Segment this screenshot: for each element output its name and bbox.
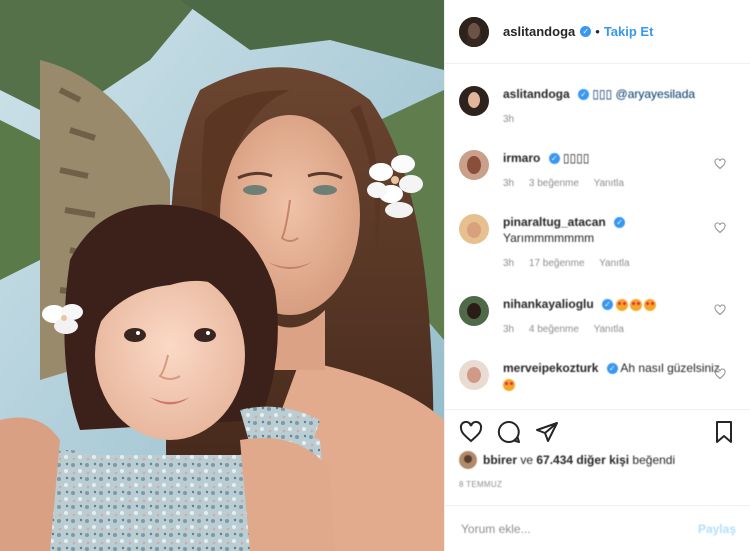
author-username[interactable]: aslitandoga (503, 24, 575, 39)
post-comment-button[interactable]: Paylaş (698, 522, 736, 536)
caption-text[interactable]: ▯▯▯ @aryayesilada (592, 87, 695, 101)
comment-text: Yarımmmmmmm (503, 231, 595, 245)
heart-eyes-emoji (616, 298, 629, 311)
comment-avatar-image (459, 214, 489, 244)
likes-summary: bbirer ve 67.434 diğer kişi beğendi (459, 451, 736, 469)
comment-avatar[interactable] (459, 214, 489, 244)
post-photo[interactable] (0, 0, 444, 551)
liker-avatar-image (459, 451, 477, 469)
comment-username[interactable]: irmaro (503, 151, 540, 165)
instagram-post: aslitandoga ✓ • Takip Et aslitandoga ✓ ▯… (0, 0, 750, 551)
verified-badge-icon: ✓ (578, 89, 590, 101)
comment-time[interactable]: 3h (503, 258, 514, 269)
verified-badge-icon: ✓ (602, 299, 614, 311)
comment-avatar[interactable] (459, 360, 489, 390)
liker-username[interactable]: bbirer (483, 453, 517, 467)
comment-time[interactable]: 3h (503, 324, 514, 335)
comment-time[interactable]: 3h (503, 178, 514, 189)
comment-like-heart-icon[interactable] (714, 368, 726, 380)
heart-eyes-emoji (630, 298, 643, 311)
post-date[interactable]: 8 TEMMUZ (459, 480, 502, 489)
comment-avatar[interactable] (459, 296, 489, 326)
share-icon[interactable] (535, 420, 559, 444)
caption-body: aslitandoga ✓ ▯▯▯ @aryayesilada 3h (503, 86, 736, 128)
comments-list[interactable]: aslitandoga ✓ ▯▯▯ @aryayesilada 3h irmar… (445, 64, 750, 409)
comment-likes[interactable]: 4 beğenme (529, 324, 579, 335)
heart-eyes-emoji (644, 298, 657, 311)
comment-like-heart-icon[interactable] (714, 222, 726, 234)
comment-text: Ah nasıl güzelsiniz (620, 361, 720, 375)
comment-input[interactable] (459, 520, 698, 537)
comment-likes[interactable]: 3 beğenme (529, 178, 579, 189)
header-separator: • (595, 24, 600, 39)
reply-button[interactable]: Yanıtla (599, 258, 629, 269)
heart-eyes-emoji (503, 378, 515, 391)
comment-meta: 3h 4 beğenme Yanıtla (503, 322, 736, 338)
caption-avatar[interactable] (459, 86, 489, 116)
bookmark-icon[interactable] (712, 420, 736, 444)
verified-badge-icon: ✓ (580, 26, 592, 37)
comment-like-heart-icon[interactable] (714, 304, 726, 316)
comment-username[interactable]: pinaraltug_atacan (503, 215, 606, 229)
reply-button[interactable]: Yanıtla (594, 178, 624, 189)
verified-badge-icon: ✓ (548, 153, 560, 165)
likes-count[interactable]: 67.434 diğer kişi (536, 453, 629, 467)
comment-icon[interactable] (497, 420, 521, 444)
comment-body: pinaraltug_atacan ✓ Yarımmmmmmm 3h 17 be… (503, 214, 736, 272)
comment-text: ▯▯▯▯ (563, 151, 590, 165)
comment-avatar-image (459, 150, 489, 180)
comment-likes[interactable]: 17 beğenme (529, 258, 585, 269)
comment-username[interactable]: nihankayalioglu (503, 297, 594, 311)
comment-body: irmaro ✓ ▯▯▯▯ 3h 3 beğenme Yanıtla (503, 150, 736, 192)
post-sidebar: aslitandoga ✓ • Takip Et aslitandoga ✓ ▯… (444, 0, 750, 551)
caption: aslitandoga ✓ ▯▯▯ @aryayesilada 3h (459, 86, 736, 128)
comment-like-heart-icon[interactable] (714, 158, 726, 170)
comment-item: irmaro ✓ ▯▯▯▯ 3h 3 beğenme Yanıtla (459, 150, 736, 192)
comment-item: pinaraltug_atacan ✓ Yarımmmmmmm 3h 17 be… (459, 214, 736, 272)
mother-daughter-photo (0, 0, 444, 551)
caption-time[interactable]: 3h (503, 114, 514, 125)
comment-avatar-image (459, 360, 489, 390)
comment-body: merveipekozturk ✓ Ah nasıl güzelsiniz (503, 360, 736, 392)
verified-badge-icon: ✓ (606, 363, 618, 375)
likes-connector: ve (517, 453, 537, 467)
caption-username[interactable]: aslitandoga (503, 87, 570, 101)
likes-suffix: beğendi (629, 453, 676, 467)
comment-item: merveipekozturk ✓ Ah nasıl güzelsiniz (459, 360, 736, 392)
heart-icon[interactable] (459, 420, 483, 444)
comment-item: nihankayalioglu ✓ 3h 4 beğenme Yanıtla (459, 296, 736, 338)
caption-meta: 3h (503, 112, 736, 128)
caption-avatar-image (459, 86, 489, 116)
follow-button[interactable]: Takip Et (604, 24, 654, 39)
post-header: aslitandoga ✓ • Takip Et (445, 0, 750, 64)
author-avatar-image (459, 16, 489, 47)
comment-meta: 3h 17 beğenme Yanıtla (503, 256, 736, 272)
verified-badge-icon: ✓ (614, 217, 626, 229)
comment-avatar[interactable] (459, 150, 489, 180)
author-avatar[interactable] (459, 16, 489, 47)
comment-avatar-image (459, 296, 489, 326)
comment-body: nihankayalioglu ✓ 3h 4 beğenme Yanıtla (503, 296, 736, 338)
add-comment-bar: Paylaş (445, 505, 750, 551)
liker-avatar[interactable] (459, 451, 477, 469)
comment-meta: 3h 3 beğenme Yanıtla (503, 176, 736, 192)
post-actions (445, 409, 750, 453)
reply-button[interactable]: Yanıtla (594, 324, 624, 335)
comment-username[interactable]: merveipekozturk (503, 361, 598, 375)
